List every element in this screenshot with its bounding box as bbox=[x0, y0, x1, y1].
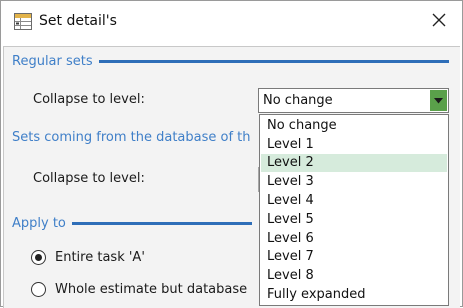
regular-sets-group-header: Regular sets bbox=[12, 52, 449, 70]
database-collapse-label: Collapse to level: bbox=[33, 171, 145, 186]
group-divider bbox=[71, 221, 252, 225]
apply-to-group-header: Apply to bbox=[12, 214, 252, 232]
close-icon bbox=[432, 13, 446, 31]
regular-collapse-value: No change bbox=[263, 93, 333, 108]
group-divider bbox=[98, 59, 449, 63]
list-item[interactable]: Level 6 bbox=[261, 230, 447, 248]
collapse-level-dropdown-list: No change Level 1 Level 2 Level 3 Level … bbox=[259, 114, 449, 306]
close-button[interactable] bbox=[424, 7, 454, 37]
entire-task-radio[interactable] bbox=[31, 250, 46, 265]
list-item[interactable]: Level 2 bbox=[261, 154, 447, 172]
list-item[interactable]: Level 4 bbox=[261, 192, 447, 210]
window-title: Set detail's bbox=[39, 13, 117, 29]
list-item[interactable]: Level 7 bbox=[261, 248, 447, 266]
regular-collapse-label: Collapse to level: bbox=[33, 92, 145, 107]
list-item[interactable]: Level 3 bbox=[261, 173, 447, 191]
whole-estimate-label: Whole estimate but database bbox=[55, 282, 248, 297]
regular-sets-title: Regular sets bbox=[12, 53, 93, 69]
set-details-dialog: Set detail's Regular sets Collapse to le… bbox=[0, 0, 463, 308]
dropdown-arrow-button[interactable] bbox=[430, 90, 447, 111]
list-item[interactable]: No change bbox=[261, 117, 447, 135]
title-bar: Set detail's bbox=[1, 1, 462, 45]
list-item[interactable]: Level 1 bbox=[261, 136, 447, 154]
list-item[interactable]: Fully expanded bbox=[261, 286, 447, 304]
database-sets-title: Sets coming from the database of th bbox=[12, 129, 251, 145]
list-item[interactable]: Level 5 bbox=[261, 211, 447, 229]
whole-estimate-radio[interactable] bbox=[31, 282, 46, 297]
chevron-down-icon bbox=[434, 97, 443, 103]
entire-task-label: Entire task 'A' bbox=[55, 250, 145, 265]
database-sets-group-header: Sets coming from the database of th bbox=[12, 128, 251, 146]
list-item[interactable]: Level 8 bbox=[261, 267, 447, 285]
table-window-icon bbox=[14, 13, 32, 30]
regular-collapse-select[interactable]: No change bbox=[258, 88, 449, 113]
apply-to-title: Apply to bbox=[12, 215, 66, 231]
